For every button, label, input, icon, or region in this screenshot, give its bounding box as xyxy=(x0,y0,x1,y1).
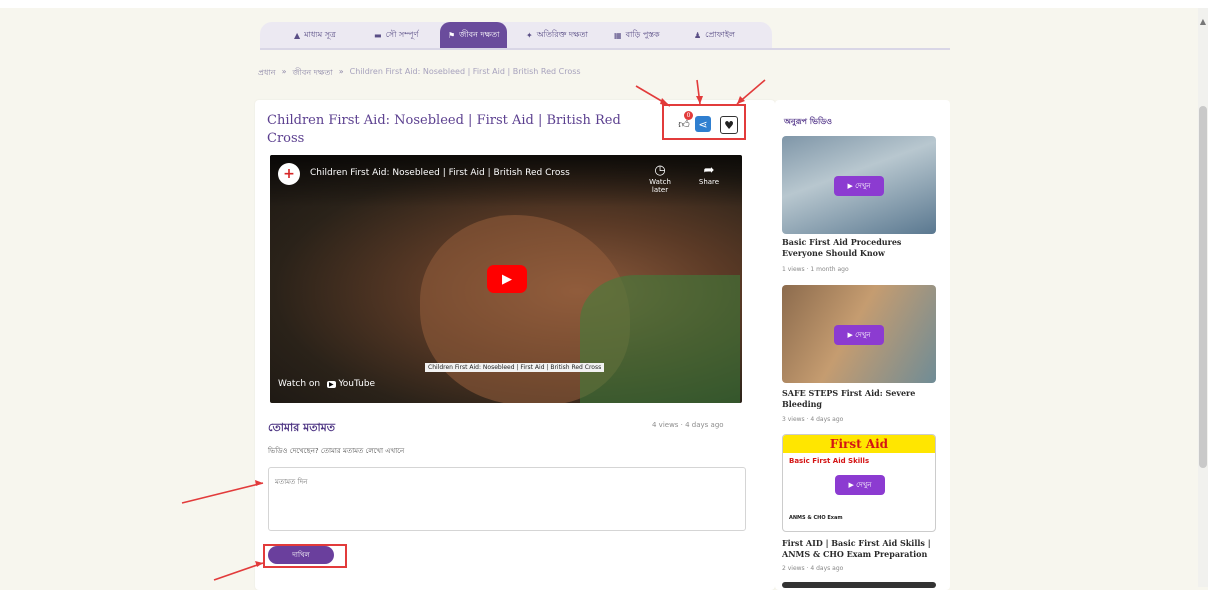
annotation-arrows xyxy=(181,79,766,581)
arrowhead xyxy=(696,96,703,104)
arrowhead xyxy=(660,98,670,106)
annotation-arrow xyxy=(213,562,264,581)
arrowhead xyxy=(255,480,263,486)
annotation-arrow xyxy=(181,482,264,504)
